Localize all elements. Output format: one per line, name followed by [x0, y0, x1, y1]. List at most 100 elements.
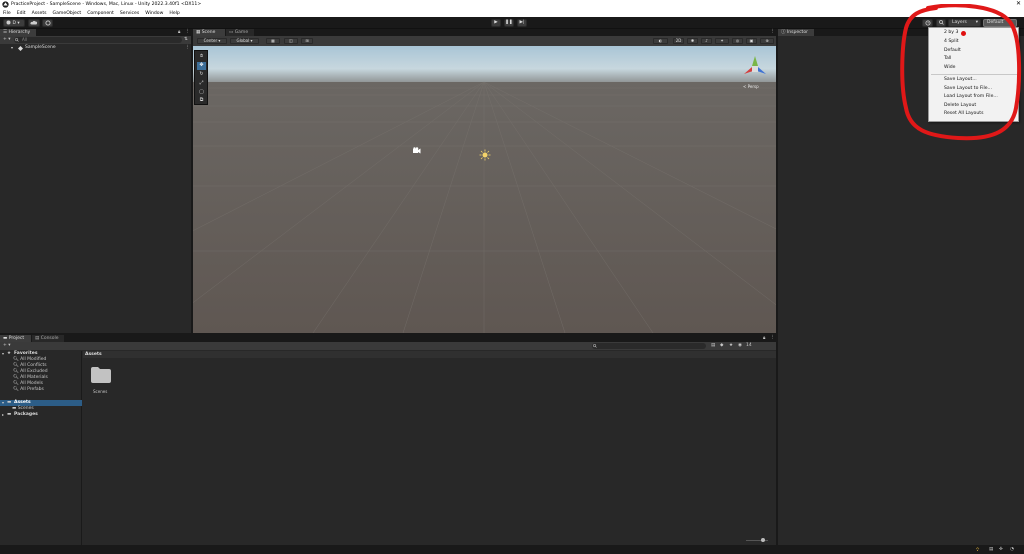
search-by-label-icon[interactable]: ◆	[720, 343, 723, 348]
debug-icon[interactable]: ✜	[999, 547, 1003, 552]
effects-dropdown[interactable]: ✦	[715, 38, 729, 44]
perspective-label[interactable]: < Persp	[743, 84, 759, 89]
undo-history-button[interactable]	[922, 19, 933, 27]
hierarchy-filter-icon[interactable]: ⇅	[184, 37, 188, 42]
tab-game[interactable]: ▭ Game	[226, 29, 254, 36]
hierarchy-search-input[interactable]: All	[14, 37, 182, 43]
menu-component[interactable]: Component	[87, 11, 114, 16]
snap-increment-button[interactable]: ◫	[284, 38, 298, 44]
tab-inspector[interactable]: ⓘ Inspector	[778, 29, 814, 36]
reset-all-layouts-item[interactable]: Reset All Layouts	[944, 111, 983, 116]
layout-option-4-split[interactable]: 4 Split	[944, 39, 959, 44]
save-layout-to-file-item[interactable]: Save Layout to File...	[944, 86, 992, 91]
play-button[interactable]: ▶	[491, 19, 501, 27]
search-icon: 🔍︎	[13, 357, 19, 362]
lock-icon[interactable]: 🔒︎	[178, 29, 180, 35]
orientation-gizmo-icon[interactable]	[741, 54, 769, 82]
collab-button[interactable]	[42, 19, 53, 27]
scene-kebab-icon[interactable]: ⋮	[770, 29, 775, 34]
menu-gameobject[interactable]: GameObject	[53, 11, 82, 16]
scene-row[interactable]: ▾ SampleScene ⋮	[0, 45, 191, 52]
list-item[interactable]: 🔍︎ All Models	[13, 381, 43, 386]
list-item[interactable]: 🔍︎ All Prefabs	[13, 387, 44, 392]
hidden-packages-icon[interactable]: ◉	[738, 343, 742, 348]
account-dropdown[interactable]: D ▾	[3, 19, 25, 27]
layout-dropdown[interactable]: Default	[983, 19, 1017, 27]
layout-option-2-by-3[interactable]: 2 by 3	[944, 30, 958, 35]
close-window-button[interactable]: ✕	[1016, 0, 1021, 8]
slider-thumb[interactable]	[761, 538, 765, 542]
light-gizmo-icon[interactable]	[479, 149, 491, 161]
project-search-input[interactable]	[592, 343, 706, 349]
scene-viewport[interactable]: ✋︎ ✥ ↻ ⤢ ▢ ⧉ < Persp	[193, 46, 776, 333]
list-item[interactable]: 🔍︎ All Materials	[13, 375, 48, 380]
option-label: Save Layout...	[944, 77, 977, 82]
camera-settings-button[interactable]: ▣	[746, 38, 757, 44]
search-icon: 🔍︎	[13, 375, 19, 380]
warning-icon[interactable]: 💡︎	[976, 547, 979, 553]
list-item[interactable]: 🔍︎ All Conflicts	[13, 363, 47, 368]
increment-snap-button[interactable]: ⊞	[301, 38, 313, 44]
expand-arrow-icon[interactable]: ▾	[11, 45, 13, 50]
menu-edit[interactable]: Edit	[17, 11, 26, 16]
pause-button[interactable]: ❚❚	[504, 19, 514, 27]
list-item[interactable]: 🔍︎ All Modified	[13, 357, 46, 362]
project-lock-icon[interactable]: 🔒︎	[763, 335, 765, 341]
hierarchy-add-button[interactable]: + ▾	[3, 37, 10, 42]
rotate-tool-icon[interactable]: ↻	[197, 71, 206, 79]
project-add-button[interactable]: + ▾	[3, 343, 10, 348]
menu-services[interactable]: Services	[120, 11, 139, 16]
transform-tool-icon[interactable]: ⧉	[197, 97, 206, 105]
cloud-button[interactable]	[28, 19, 40, 27]
expand-arrow-icon[interactable]: ▾	[2, 400, 4, 405]
load-layout-from-file-item[interactable]: Load Layout from File...	[944, 94, 998, 99]
layers-dropdown[interactable]: Layers ▾	[948, 19, 981, 27]
menu-assets[interactable]: Assets	[32, 11, 47, 16]
rect-tool-icon[interactable]: ▢	[197, 89, 206, 97]
grid-snap-button[interactable]: ▦	[266, 38, 280, 44]
tab-hierarchy[interactable]: ☰ Hierarchy	[0, 29, 36, 36]
packages-row[interactable]: ▸ ▬ Packages	[0, 412, 82, 418]
scenes-folder-item[interactable]: Scenes	[88, 364, 116, 398]
pivot-dropdown[interactable]: Center ▾	[197, 38, 227, 44]
save-layout-item[interactable]: Save Layout...	[944, 77, 977, 82]
step-button[interactable]: ▶|	[517, 19, 527, 27]
draw-mode-dropdown[interactable]: ◐	[653, 38, 668, 44]
hand-tool-icon[interactable]: ✋︎	[197, 53, 206, 61]
list-item[interactable]: ▬ Scenes	[12, 406, 34, 411]
lighting-toggle[interactable]: ✱	[687, 38, 698, 44]
menu-help[interactable]: Help	[169, 11, 179, 16]
tab-console[interactable]: ▤ Console	[32, 335, 64, 342]
breadcrumb-assets[interactable]: Assets	[85, 352, 102, 357]
gizmos-dropdown[interactable]: ⊕	[760, 38, 774, 44]
project-kebab-icon[interactable]: ⋮	[770, 335, 775, 340]
layout-option-tall[interactable]: Tall	[944, 56, 951, 61]
search-button[interactable]	[936, 19, 946, 27]
list-item[interactable]: 🔍︎ All Excluded	[13, 369, 48, 374]
scene-options-icon[interactable]: ⋮	[185, 45, 190, 50]
move-tool-icon[interactable]: ✥	[197, 62, 206, 70]
tab-scene[interactable]: ▦ Scene	[193, 29, 225, 36]
kebab-menu-icon[interactable]: ⋮	[185, 29, 190, 34]
progress-icon[interactable]: ◔	[1010, 547, 1014, 552]
expand-arrow-icon[interactable]: ▾	[2, 351, 4, 356]
save-search-icon[interactable]: ★	[729, 343, 733, 348]
global-dropdown[interactable]: Global ▾	[230, 38, 259, 44]
layout-option-default[interactable]: Default	[944, 48, 961, 53]
menu-window[interactable]: Window	[145, 11, 163, 16]
menu-file[interactable]: File	[3, 11, 11, 16]
audio-toggle[interactable]: ♪	[701, 38, 712, 44]
tab-project-label: Project	[8, 336, 25, 341]
search-by-type-icon[interactable]: ▤	[711, 343, 715, 348]
tab-project[interactable]: ▬ Project	[0, 335, 31, 342]
hidden-objects-toggle[interactable]: ◎	[732, 38, 743, 44]
expand-arrow-icon[interactable]: ▸	[2, 412, 4, 417]
icon-size-slider[interactable]	[746, 538, 768, 542]
profiler-icon[interactable]: ▤	[989, 547, 993, 552]
2d-toggle[interactable]: 2D	[673, 38, 684, 44]
layout-option-wide[interactable]: Wide	[944, 65, 955, 70]
play-icon: ▶	[494, 20, 498, 25]
camera-gizmo-icon[interactable]	[412, 147, 421, 154]
scale-tool-icon[interactable]: ⤢	[197, 80, 206, 88]
delete-layout-item[interactable]: Delete Layout	[944, 103, 976, 108]
